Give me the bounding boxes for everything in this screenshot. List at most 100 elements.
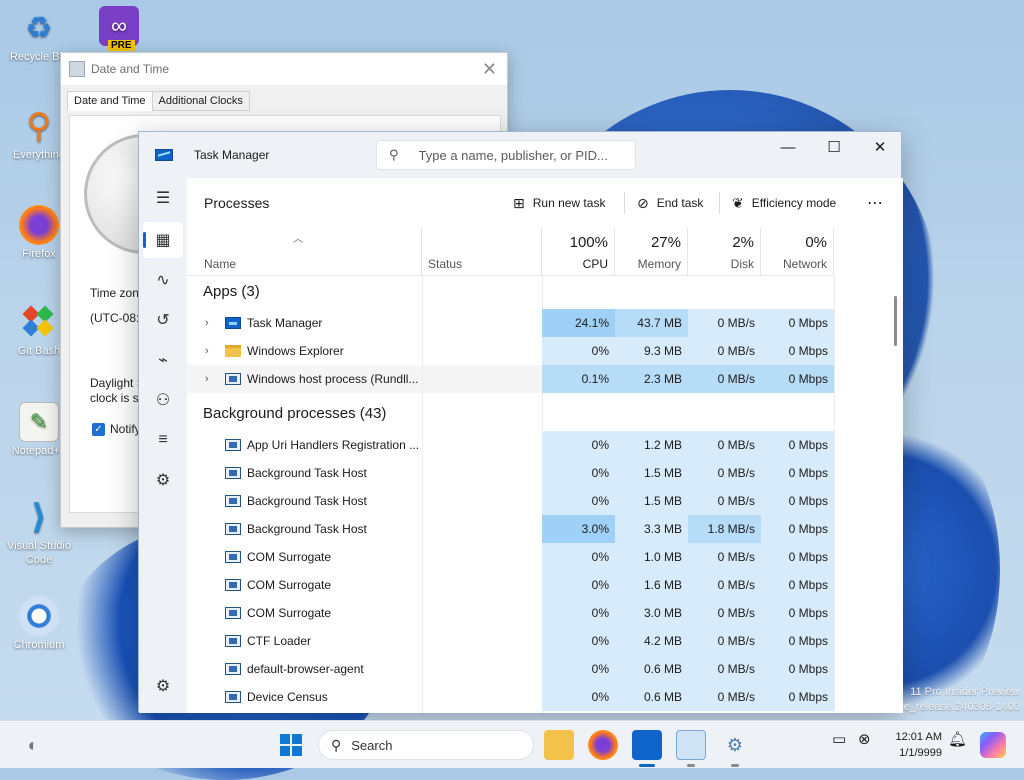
users-nav-icon[interactable]: ⚇ [143, 382, 183, 418]
more-options-button[interactable]: ⋯ [867, 188, 883, 218]
details-nav-icon[interactable]: ≡ [143, 422, 183, 458]
network-cell: 0 Mbps [761, 309, 834, 337]
table-row[interactable]: › Task Manager 24.1% 43.7 MB 0 MB/s 0 Mb… [187, 309, 887, 337]
memory-cell: 43.7 MB [615, 309, 688, 337]
chevron-right-icon[interactable]: › [205, 373, 217, 385]
table-row[interactable]: COM Surrogate 0% 1.6 MB 0 MB/s 0 Mbps [187, 571, 887, 599]
copilot-preview-icon[interactable] [980, 732, 1006, 758]
process-name-cell: COM Surrogate [187, 571, 422, 599]
table-row[interactable]: › Windows host process (Rundll... 0.1% 2… [187, 365, 887, 393]
file-explorer-icon[interactable] [544, 730, 574, 760]
column-header-disk[interactable]: 2% Disk [688, 228, 761, 276]
leaf-icon: ❦ [732, 194, 744, 211]
table-row[interactable]: Device Census 0% 0.6 MB 0 MB/s 0 Mbps [187, 683, 887, 711]
cpu-cell: 0% [542, 431, 615, 459]
desktop-icon-visual-studio-preview[interactable]: ∞ PRE [82, 6, 156, 51]
process-window-icon [225, 467, 241, 479]
efficiency-mode-button[interactable]: ❦ Efficiency mode [732, 188, 836, 218]
scrollbar-thumb[interactable] [894, 296, 897, 346]
cpu-cell: 0.1% [542, 365, 615, 393]
column-header-network[interactable]: 0% Network [761, 228, 834, 276]
column-header-memory[interactable]: 27% Memory [615, 228, 688, 276]
app-history-nav-icon[interactable]: ↺ [143, 302, 183, 338]
date-and-time-titlebar[interactable]: Date and Time [61, 53, 507, 85]
hamburger-menu-icon[interactable]: ☰ [143, 180, 183, 216]
tab-date-and-time[interactable]: Date and Time [67, 91, 153, 111]
services-nav-icon[interactable]: ⚙ [143, 462, 183, 498]
status-cell [422, 487, 542, 515]
run-new-task-button[interactable]: ⊞ Run new task [513, 188, 605, 218]
control-panel-taskbar-icon[interactable] [676, 730, 706, 760]
table-row[interactable]: CTF Loader 0% 4.2 MB 0 MB/s 0 Mbps [187, 627, 887, 655]
process-name-cell: Background Task Host [187, 515, 422, 543]
startup-apps-nav-icon[interactable]: ⌁ [143, 342, 183, 378]
network-cell: 0 Mbps [761, 543, 834, 571]
table-row[interactable]: Background Task Host 0% 1.5 MB 0 MB/s 0 Mbps [187, 487, 887, 515]
process-search-box[interactable]: ⚲ [376, 140, 636, 170]
background-process-rows: App Uri Handlers Registration ... 0% 1.2 M… [187, 431, 887, 711]
table-row[interactable]: App Uri Handlers Registration ... 0% 1.2 M… [187, 431, 887, 459]
maximize-button[interactable]: ☐ [811, 132, 857, 162]
memory-cell: 0.6 MB [615, 683, 688, 711]
process-window-icon [225, 551, 241, 563]
group-header-background-processes[interactable]: Background processes (43) [187, 393, 887, 431]
disk-cell: 1.8 MB/s [688, 515, 761, 543]
column-header-status[interactable]: Status [422, 228, 542, 276]
clock-time: 12:01 AM [895, 731, 942, 743]
chevron-right-icon[interactable]: › [205, 317, 217, 329]
taskbar-clock[interactable]: 12:01 AM 1/1/9999 [896, 729, 942, 761]
group-header-apps[interactable]: Apps (3) [187, 277, 887, 309]
minimize-button[interactable]: — [765, 132, 811, 162]
settings-gear-icon[interactable]: ⚙ [143, 668, 183, 704]
taskbar-search-box[interactable]: ⚲ Search [318, 730, 534, 760]
network-cell: 0 Mbps [761, 487, 834, 515]
table-row[interactable]: COM Surrogate 0% 3.0 MB 0 MB/s 0 Mbps [187, 599, 887, 627]
table-row[interactable]: Background Task Host 0% 1.5 MB 0 MB/s 0 Mbps [187, 459, 887, 487]
network-cell: 0 Mbps [761, 655, 834, 683]
notify-checkbox[interactable]: ✓ [92, 423, 105, 436]
task-manager-taskbar-icon[interactable] [632, 730, 662, 760]
table-row[interactable]: Background Task Host 3.0% 3.3 MB 1.8 MB/s 0 … [187, 515, 887, 543]
task-manager-window[interactable]: Task Manager ⚲ — ☐ ✕ ☰ ▦ ∿ ↺ ⌁ ⚇ ≡ ⚙ ⚙ P… [138, 131, 903, 713]
close-icon[interactable]: ✕ [482, 59, 497, 80]
run-new-task-icon: ⊞ [513, 194, 525, 211]
processes-nav-icon[interactable]: ▦ [143, 222, 183, 258]
column-header-cpu[interactable]: 100% CPU [542, 228, 615, 276]
dst-text-line1: Daylight S [90, 376, 145, 390]
search-input[interactable] [416, 146, 627, 164]
process-name-cell: › Task Manager [205, 316, 323, 330]
status-cell [422, 571, 542, 599]
memory-cell: 2.3 MB [615, 365, 688, 393]
widgets-icon[interactable]: ◐ [18, 730, 48, 760]
search-icon: ⚲ [389, 147, 399, 162]
end-task-button[interactable]: ⊘ End task [637, 188, 703, 218]
column-header-name[interactable]: Name [187, 228, 422, 276]
end-task-icon: ⊘ [637, 194, 649, 211]
start-button[interactable] [276, 730, 306, 760]
processes-page: Processes ⊞ Run new task ⊘ End task ❦ Ef… [187, 178, 903, 713]
network-cell: 0 Mbps [761, 571, 834, 599]
memory-cell: 1.5 MB [615, 459, 688, 487]
tab-additional-clocks[interactable]: Additional Clocks [151, 91, 250, 111]
chromium-icon [19, 596, 59, 636]
process-list[interactable]: Apps (3) › Task Manager 24.1% 43.7 MB 0 … [187, 277, 887, 713]
desktop-icon-chromium[interactable]: Chromium [2, 596, 76, 652]
task-manager-titlebar[interactable]: Task Manager ⚲ — ☐ ✕ [139, 132, 901, 178]
cpu-cell: 0% [542, 683, 615, 711]
performance-nav-icon[interactable]: ∿ [143, 262, 183, 298]
table-row[interactable]: default-browser-agent 0% 0.6 MB 0 MB/s 0 Mbp… [187, 655, 887, 683]
close-button[interactable]: ✕ [857, 132, 903, 162]
table-row[interactable]: COM Surrogate 0% 1.0 MB 0 MB/s 0 Mbps [187, 543, 887, 571]
cpu-cell: 0% [542, 543, 615, 571]
firefox-taskbar-icon[interactable] [588, 730, 618, 760]
notification-bell-icon[interactable]: 🔔︎ [948, 730, 967, 748]
table-row[interactable]: › Windows Explorer 0% 9.3 MB 0 MB/s 0 Mb… [187, 337, 887, 365]
chevron-right-icon[interactable]: › [205, 345, 217, 357]
process-window-icon [225, 635, 241, 647]
task-manager-process-icon [225, 317, 241, 329]
volume-muted-icon[interactable]: ⊗ [858, 730, 871, 748]
date-time-taskbar-icon[interactable]: ⚙ [720, 730, 750, 760]
network-tray-icon[interactable]: ▭ [832, 730, 846, 748]
navigation-rail: ☰ ▦ ∿ ↺ ⌁ ⚇ ≡ ⚙ ⚙ [139, 178, 187, 713]
disk-cell: 0 MB/s [688, 365, 761, 393]
